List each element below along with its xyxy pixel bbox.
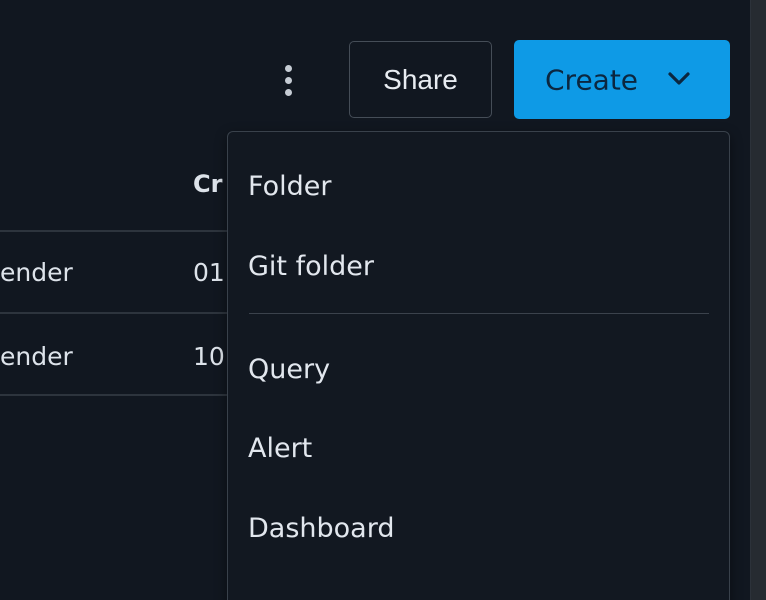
table-column-header-created: Cr — [193, 170, 223, 198]
menu-item-label: Folder — [248, 170, 332, 202]
menu-item-git-folder[interactable]: Git folder — [228, 237, 729, 295]
table-divider — [0, 312, 228, 314]
menu-item-label: Dashboard — [248, 512, 395, 544]
table-cell-created: 10 — [193, 342, 225, 371]
kebab-dot-icon — [284, 64, 292, 72]
table-cell-created: 01 — [193, 258, 225, 287]
table-cell-name: ender — [0, 258, 73, 287]
menu-item-label: Query — [248, 353, 331, 385]
menu-divider — [249, 313, 709, 314]
table-cell-name: ender — [0, 342, 73, 371]
menu-item-label: Alert — [248, 432, 313, 464]
menu-item-folder[interactable]: Folder — [228, 157, 729, 215]
menu-item-label: Git folder — [248, 250, 374, 282]
chevron-down-icon[interactable] — [667, 70, 691, 88]
menu-item-alert[interactable]: Alert — [228, 419, 729, 477]
menu-item-dashboard[interactable]: Dashboard — [228, 499, 729, 557]
share-button[interactable]: Share — [349, 41, 492, 118]
create-button[interactable]: Create — [514, 40, 730, 119]
kebab-dot-icon — [284, 88, 292, 96]
menu-item-query[interactable]: Query — [228, 340, 729, 398]
page-scrollbar[interactable] — [750, 0, 766, 600]
more-actions-button[interactable] — [268, 54, 308, 106]
create-menu-dropdown: Folder Git folder Query Alert Dashboard — [227, 131, 730, 600]
kebab-dot-icon — [284, 76, 292, 84]
workspace-header-area: Share Create Cr ender 01 ender 10 Folder… — [0, 0, 766, 600]
create-button-label: Create — [545, 63, 639, 96]
table-divider — [0, 394, 228, 396]
table-divider — [0, 230, 228, 232]
